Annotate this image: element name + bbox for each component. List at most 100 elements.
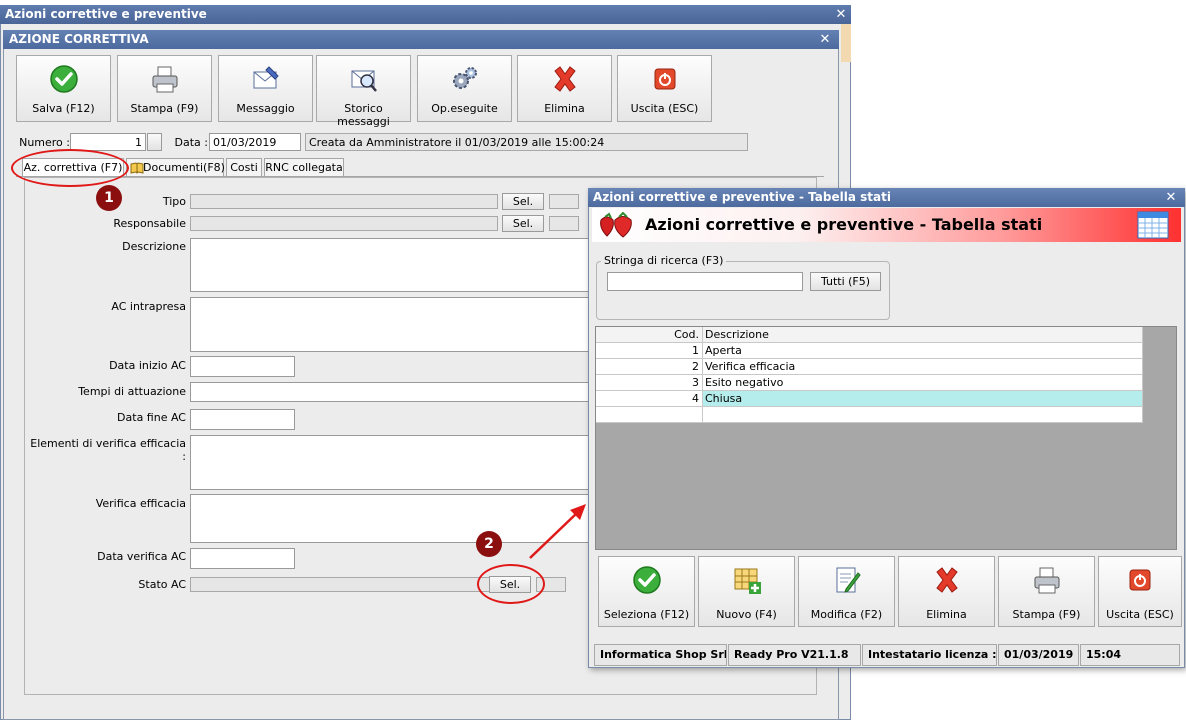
- exit-button[interactable]: Uscita (ESC): [617, 55, 712, 122]
- dialog-title: Azioni correttive e preventive - Tabella…: [588, 188, 1185, 207]
- data-fine-field[interactable]: [190, 409, 295, 430]
- data-inizio-field[interactable]: [190, 356, 295, 377]
- new-grid-icon: [734, 568, 761, 594]
- strawberry-icon: [600, 212, 632, 238]
- data-inizio-label: Data inizio AC: [109, 359, 186, 372]
- numero-field[interactable]: 1: [70, 133, 146, 151]
- operations-label: Op.eseguite: [431, 102, 498, 115]
- message-button[interactable]: Messaggio: [218, 55, 313, 122]
- descrizione-label: Descrizione: [122, 240, 186, 253]
- stato-field: [190, 577, 490, 592]
- nuovo-button[interactable]: Nuovo (F4): [698, 556, 795, 627]
- tab-documenti-label: Documenti(F8): [143, 161, 225, 174]
- status-version: Ready Pro V21.1.8: [728, 644, 861, 666]
- search-group-label: Stringa di ricerca (F3): [601, 254, 727, 267]
- select-check-icon: [632, 566, 661, 594]
- printer-icon: [152, 66, 177, 93]
- elementi-field[interactable]: [190, 435, 590, 490]
- dialog-print-button[interactable]: Stampa (F9): [998, 556, 1095, 627]
- table-row-cod[interactable]: 3: [596, 375, 703, 391]
- col-header-descrizione[interactable]: Descrizione: [703, 327, 1143, 343]
- book-icon: [130, 162, 144, 174]
- delete-x-icon: [553, 66, 576, 92]
- nuovo-label: Nuovo (F4): [716, 608, 777, 621]
- responsabile-sel-button[interactable]: Sel.: [502, 215, 544, 232]
- operations-button[interactable]: Op.eseguite: [417, 55, 512, 122]
- printer-icon: [1034, 567, 1059, 594]
- tempi-label: Tempi di attuazione: [78, 385, 186, 398]
- status-company: Informatica Shop Srl: [594, 644, 727, 666]
- dialog-delete-button[interactable]: Elimina: [898, 556, 995, 627]
- tempi-field[interactable]: [190, 382, 590, 402]
- data-verifica-field[interactable]: [190, 548, 295, 569]
- tutti-button[interactable]: Tutti (F5): [810, 272, 881, 291]
- outer-close-icon[interactable]: ✕: [832, 6, 850, 24]
- message-history-icon: [351, 70, 377, 92]
- tipo-code-field: [549, 194, 579, 209]
- table-row-cod[interactable]: 2: [596, 359, 703, 375]
- message-history-label: Storico messaggi: [337, 102, 390, 128]
- save-button[interactable]: Salva (F12): [16, 55, 111, 122]
- edit-document-icon: [836, 567, 861, 593]
- print-button[interactable]: Stampa (F9): [117, 55, 212, 122]
- search-input[interactable]: [607, 272, 803, 291]
- step-two-badge: 2: [476, 531, 502, 557]
- table-row-descrizione-selected[interactable]: Chiusa: [703, 391, 1143, 407]
- status-license: Intestatario licenza : C: [862, 644, 997, 666]
- save-label: Salva (F12): [32, 102, 95, 115]
- exit-label: Uscita (ESC): [630, 102, 699, 115]
- numero-lookup-button[interactable]: [147, 133, 162, 151]
- tab-rnc-collegata[interactable]: RNC collegata: [264, 158, 344, 176]
- delete-button[interactable]: Elimina: [517, 55, 612, 122]
- tipo-field: [190, 194, 498, 209]
- tab-costi[interactable]: Costi: [226, 158, 262, 176]
- stato-label: Stato AC: [138, 578, 186, 591]
- responsabile-code-field: [549, 216, 579, 231]
- responsabile-field: [190, 216, 498, 231]
- exit-icon: [1129, 569, 1151, 591]
- data-fine-label: Data fine AC: [117, 411, 186, 424]
- tipo-sel-button[interactable]: Sel.: [502, 193, 544, 210]
- elementi-label: Elementi di verifica efficacia :: [30, 437, 186, 463]
- dialog-exit-label: Uscita (ESC): [1106, 608, 1174, 621]
- status-time: 15:04: [1080, 644, 1180, 666]
- modifica-label: Modifica (F2): [810, 608, 883, 621]
- responsabile-label: Responsabile: [113, 217, 186, 230]
- delete-x-icon: [935, 567, 958, 593]
- message-history-button[interactable]: Storico messaggi: [316, 55, 411, 128]
- table-row-descrizione[interactable]: Esito negativo: [703, 375, 1143, 391]
- ac-intrapresa-field[interactable]: [190, 297, 590, 352]
- dialog-exit-button[interactable]: Uscita (ESC): [1098, 556, 1182, 627]
- seleziona-label: Seleziona (F12): [603, 608, 690, 621]
- col-header-cod[interactable]: Cod.: [596, 327, 703, 343]
- sel-highlight-ellipse: [477, 564, 545, 604]
- table-row-empty-descrizione[interactable]: [703, 407, 1143, 423]
- table-row-cod[interactable]: 1: [596, 343, 703, 359]
- ac-intrapresa-label: AC intrapresa: [111, 300, 186, 313]
- dialog-header-title: Azioni correttive e preventive - Tabella…: [645, 215, 1043, 234]
- step-one-badge: 1: [96, 185, 122, 211]
- inner-close-icon[interactable]: ✕: [816, 31, 834, 49]
- data-field[interactable]: 01/03/2019: [209, 133, 301, 151]
- message-icon: [253, 66, 279, 89]
- save-check-icon: [49, 65, 78, 93]
- dialog-print-label: Stampa (F9): [1012, 608, 1081, 621]
- descrizione-field[interactable]: [190, 238, 590, 292]
- table-row-cod[interactable]: 4: [596, 391, 703, 407]
- seleziona-button[interactable]: Seleziona (F12): [598, 556, 695, 627]
- outer-window-title: Azioni correttive e preventive: [0, 5, 851, 24]
- created-info: Creata da Amministratore il 01/03/2019 a…: [305, 133, 748, 151]
- table-row-descrizione[interactable]: Verifica efficacia: [703, 359, 1143, 375]
- verifica-label: Verifica efficacia: [95, 497, 186, 510]
- calendar-table-icon: [1137, 211, 1169, 239]
- modifica-button[interactable]: Modifica (F2): [798, 556, 895, 627]
- exit-icon: [654, 68, 675, 90]
- table-row-empty-cod[interactable]: [596, 407, 703, 423]
- message-label: Messaggio: [236, 102, 295, 115]
- gears-icon: [452, 67, 477, 89]
- tab-highlight-ellipse: [11, 149, 129, 187]
- dialog-close-icon[interactable]: ✕: [1162, 189, 1180, 207]
- table-row-descrizione[interactable]: Aperta: [703, 343, 1143, 359]
- inner-window-title: AZIONE CORRETTIVA: [3, 30, 839, 49]
- status-date: 01/03/2019: [998, 644, 1079, 666]
